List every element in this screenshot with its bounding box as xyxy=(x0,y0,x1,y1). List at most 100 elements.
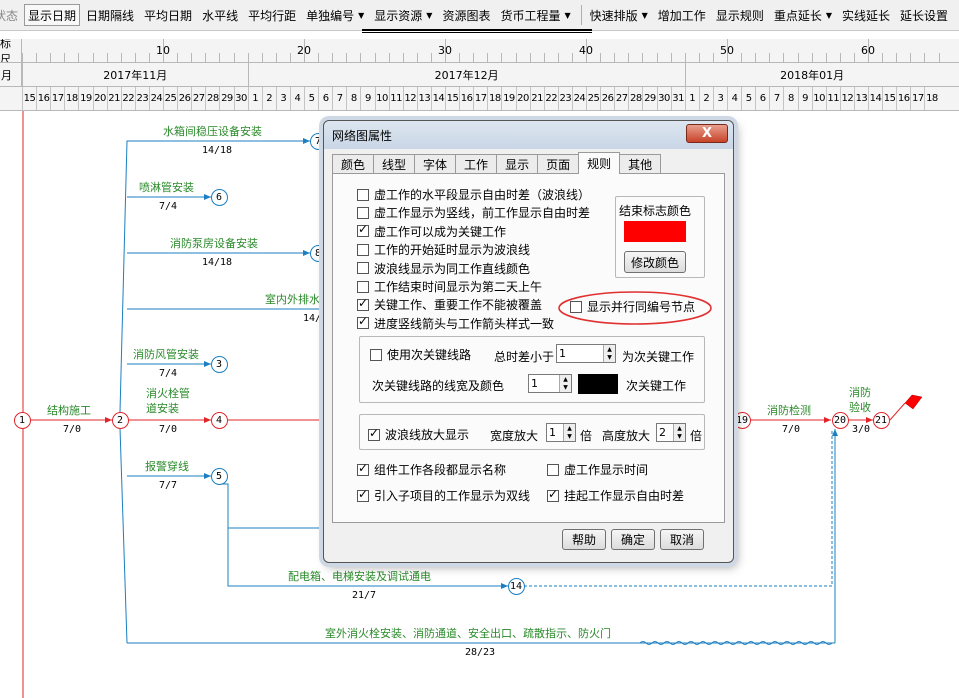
toolbar-button[interactable]: 显示规则 xyxy=(712,4,768,26)
secondary-width-spinner[interactable]: 1 ▲ ▼ xyxy=(528,374,572,393)
dialog-titlebar[interactable]: 网络图属性 X xyxy=(324,121,733,149)
network-node[interactable]: 4 xyxy=(210,411,228,429)
use-secondary-critical-option[interactable]: 使用次关键线路 xyxy=(370,346,471,363)
toolbar-button[interactable]: 货币工程量 ▼ xyxy=(496,4,574,26)
network-node[interactable]: 14 xyxy=(507,577,525,595)
activity-duration: 7/4 xyxy=(158,368,178,379)
bottom-option-checkbox[interactable] xyxy=(357,487,369,502)
bottom-option[interactable]: 虚工作显示时间 xyxy=(547,461,648,478)
network-node[interactable]: 21 xyxy=(872,411,890,429)
close-button[interactable]: X xyxy=(686,124,728,143)
toolbar-button[interactable]: 延长设置 xyxy=(896,4,952,26)
rule-checkbox[interactable] xyxy=(357,314,369,330)
bottom-option-checkbox[interactable] xyxy=(357,461,369,476)
day-cell: 14 xyxy=(430,87,445,110)
activity-duration: 14/ xyxy=(303,313,322,324)
rule-option[interactable]: 波浪线显示为同工作直线颜色 xyxy=(357,260,530,277)
bottom-option[interactable]: 组件工作各段都显示名称 xyxy=(357,461,506,478)
network-node[interactable]: 6 xyxy=(210,188,228,206)
network-node[interactable]: 20 xyxy=(831,411,849,429)
toolbar-button[interactable]: 平均行距 xyxy=(244,4,300,26)
toolbar-button-label: 增加工作 xyxy=(657,8,706,23)
toolbar-button[interactable]: 水平线 xyxy=(198,4,242,26)
rule-checkbox[interactable] xyxy=(357,222,369,238)
ruler-minor-tick xyxy=(473,52,475,62)
dialog-tab[interactable]: 颜色 xyxy=(332,154,375,174)
toolbar-button[interactable]: 快速排版 ▼ xyxy=(586,4,652,26)
rule-checkbox[interactable] xyxy=(357,280,369,293)
network-node[interactable]: 19 xyxy=(733,411,751,429)
toolbar-button[interactable]: 重点延长 ▼ xyxy=(770,4,836,26)
ruler-minor-tick xyxy=(134,52,136,62)
wave-enlarge-option[interactable]: 波浪线放大显示 xyxy=(368,426,469,443)
cancel-button[interactable]: 取消 xyxy=(660,529,704,550)
bottom-option-checkbox[interactable] xyxy=(547,463,559,476)
dropdown-arrow-icon[interactable]: ▼ xyxy=(564,11,570,20)
toolbar-button[interactable]: 平均日期 xyxy=(140,4,196,26)
dialog-tab[interactable]: 其他 xyxy=(619,154,662,174)
dialog-tab[interactable]: 字体 xyxy=(414,154,457,174)
dialog-tab[interactable]: 工作 xyxy=(455,154,498,174)
dialog-tab[interactable]: 规则 xyxy=(578,152,621,174)
ruler-minor-tick xyxy=(910,52,912,62)
network-node[interactable]: 1 xyxy=(13,411,31,429)
rule-option[interactable]: 工作的开始延时显示为波浪线 xyxy=(357,241,530,258)
day-cell: 13 xyxy=(416,87,431,110)
dialog-tab[interactable]: 显示 xyxy=(496,154,539,174)
rule-option[interactable]: 虚工作可以成为关键工作 xyxy=(357,222,506,240)
toolbar-button[interactable]: 显示日期 xyxy=(24,4,81,26)
bottom-option[interactable]: 挂起工作显示自由时差 xyxy=(547,487,684,504)
rule-option[interactable]: 关键工作、重要工作不能被覆盖 xyxy=(357,296,542,313)
rule-checkbox[interactable] xyxy=(357,243,369,256)
rule-option[interactable]: 进度竖线箭头与工作箭头样式一致 xyxy=(357,314,554,332)
toolbar-button[interactable]: 实线延长 xyxy=(838,4,894,26)
dropdown-arrow-icon[interactable]: ▼ xyxy=(826,11,832,20)
float-spinner[interactable]: 1 ▲ ▼ xyxy=(556,344,616,363)
day-cell: 21 xyxy=(106,87,121,110)
day-cell: 17 xyxy=(473,87,487,110)
toolbar-button[interactable]: 增加工作 xyxy=(654,4,710,26)
day-cell: 15 xyxy=(445,87,459,110)
ok-button[interactable]: 确定 xyxy=(611,529,655,550)
toolbar-button[interactable]: 显示资源 ▼ xyxy=(370,4,436,26)
width-enlarge-spinner[interactable]: 1 ▲ ▼ xyxy=(546,423,576,442)
day-cell: 16 xyxy=(36,87,50,110)
rule-checkbox[interactable] xyxy=(357,296,369,311)
toolbar-button-label: 水平线 xyxy=(202,8,239,23)
toolbar-button[interactable]: 日期隔线 xyxy=(82,4,138,26)
bottom-option-checkbox[interactable] xyxy=(547,487,559,502)
bottom-option[interactable]: 引入子项目的工作显示为双线 xyxy=(357,487,530,504)
rule-checkbox[interactable] xyxy=(357,206,369,219)
dialog-tab[interactable]: 页面 xyxy=(537,154,580,174)
ruler-minor-tick xyxy=(811,52,813,62)
rule-option[interactable]: 虚工作显示为竖线，前工作显示自由时差 xyxy=(357,204,590,221)
rule-option[interactable]: 工作结束时间显示为第二天上午 xyxy=(357,278,542,295)
rule-option[interactable]: 虚工作的水平段显示自由时差（波浪线） xyxy=(357,186,590,203)
rule-checkbox[interactable] xyxy=(357,262,369,275)
dropdown-arrow-icon[interactable]: ▼ xyxy=(358,11,364,20)
spinner-arrows[interactable]: ▲ ▼ xyxy=(559,375,571,392)
spinner-arrows[interactable]: ▲ ▼ xyxy=(603,345,615,362)
spinner-arrows[interactable]: ▲ ▼ xyxy=(563,424,575,441)
secondary-color-swatch[interactable] xyxy=(578,374,618,394)
dialog-tab[interactable]: 线型 xyxy=(373,154,416,174)
height-enlarge-spinner[interactable]: 2 ▲ ▼ xyxy=(656,423,686,442)
dropdown-arrow-icon[interactable]: ▼ xyxy=(426,11,432,20)
dialog-tabs: 颜色 线型 字体 工作 显示 页面 规则 其他 xyxy=(332,152,662,174)
rule-checkbox[interactable] xyxy=(357,188,369,201)
toolbar-button[interactable]: 资源图表 xyxy=(438,4,494,26)
wave-enlarge-checkbox[interactable] xyxy=(368,426,380,441)
spinner-arrows[interactable]: ▲ ▼ xyxy=(673,424,685,441)
network-node[interactable]: 2 xyxy=(111,411,129,429)
toolbar-button[interactable]: 状态 xyxy=(0,4,22,26)
ruler-minor-tick xyxy=(416,52,418,62)
toolbar-button[interactable]: 单独编号 ▼ xyxy=(302,4,368,26)
network-node[interactable]: 5 xyxy=(210,467,228,485)
help-button[interactable]: 帮助 xyxy=(562,529,606,550)
dropdown-arrow-icon[interactable]: ▼ xyxy=(642,11,648,20)
bottom-option-label: 引入子项目的工作显示为双线 xyxy=(374,489,531,503)
use-secondary-critical-checkbox[interactable] xyxy=(370,348,382,361)
network-node[interactable]: 3 xyxy=(210,355,228,373)
day-cell: 18 xyxy=(487,87,501,110)
modify-color-button[interactable]: 修改颜色 xyxy=(624,251,686,273)
